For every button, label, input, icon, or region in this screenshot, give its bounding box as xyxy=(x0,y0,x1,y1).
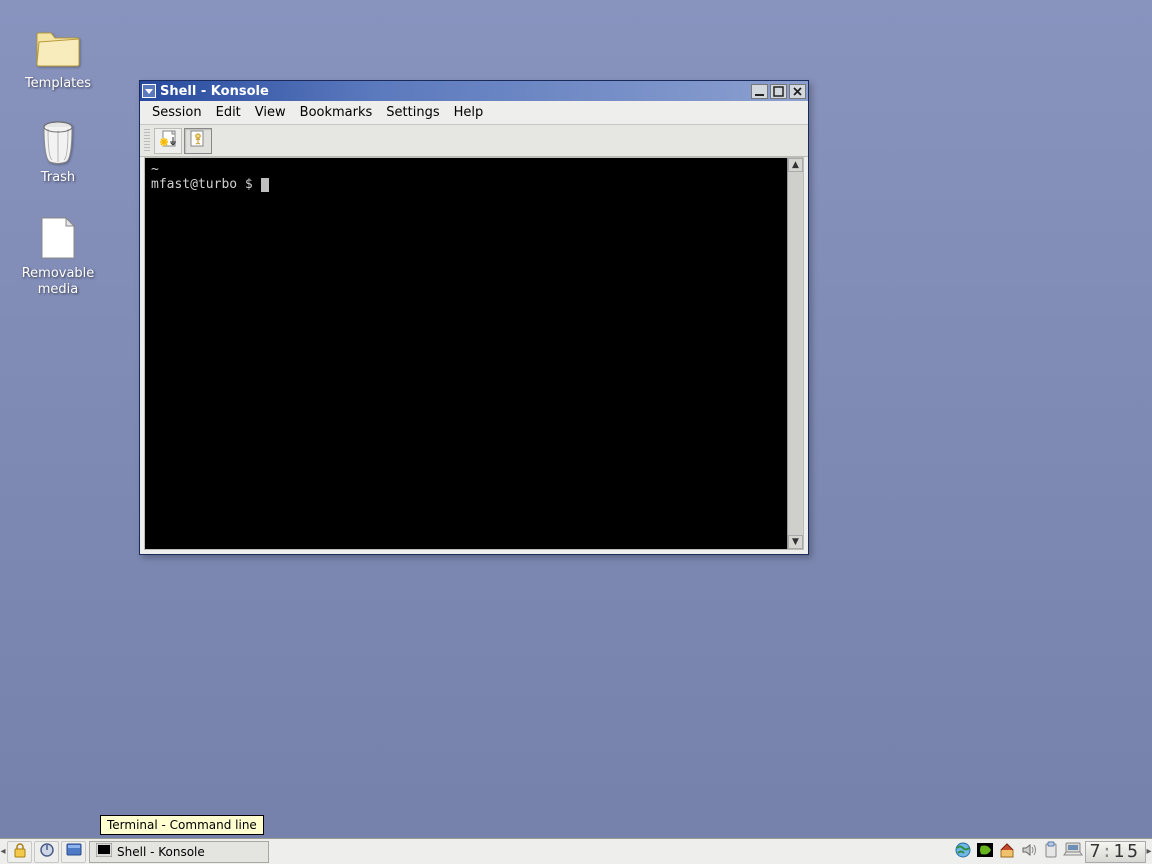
tray-home[interactable] xyxy=(997,841,1018,862)
minimize-button[interactable] xyxy=(751,84,768,99)
desktop-icon xyxy=(65,841,83,862)
desktop-icon-templates[interactable]: Templates xyxy=(8,24,108,92)
launcher-lock-screen[interactable] xyxy=(7,841,32,863)
task-entry-konsole[interactable]: Shell - Konsole xyxy=(89,841,269,863)
tray-klipper[interactable] xyxy=(1041,841,1062,862)
menu-session[interactable]: Session xyxy=(146,103,208,122)
desktop-icon-trash[interactable]: Trash xyxy=(8,118,108,186)
desktop-icon-label: Templates xyxy=(8,76,108,92)
toolbar xyxy=(140,125,808,157)
volume-icon xyxy=(1020,841,1038,862)
tooltip: Terminal - Command line xyxy=(100,815,264,835)
power-icon xyxy=(38,841,56,862)
tray-globe[interactable] xyxy=(953,841,974,862)
home-icon xyxy=(998,841,1016,862)
window-menu-icon[interactable] xyxy=(142,84,156,98)
terminal-cursor xyxy=(261,178,269,192)
system-tray xyxy=(953,841,1085,862)
new-session-button[interactable] xyxy=(154,128,182,154)
nvidia-icon xyxy=(976,841,994,862)
desktop-icon-removable[interactable]: Removable media xyxy=(8,214,108,298)
folder-icon xyxy=(34,24,82,72)
menu-view[interactable]: View xyxy=(249,103,292,122)
tab-session-icon xyxy=(187,128,209,153)
klipper-icon xyxy=(1042,841,1060,862)
tray-laptop[interactable] xyxy=(1063,841,1084,862)
tab-session-button[interactable] xyxy=(184,128,212,154)
terminal-output: ~ mfast@turbo $ xyxy=(145,158,787,549)
panel-hide-right[interactable]: ▸ xyxy=(1146,839,1152,864)
lock-icon xyxy=(11,841,29,862)
globe-icon xyxy=(954,841,972,862)
terminal[interactable]: ~ mfast@turbo $ ▲ ▼ xyxy=(144,157,804,550)
titlebar[interactable]: Shell - Konsole xyxy=(140,81,808,101)
terminal-icon xyxy=(96,843,112,860)
menubar: Session Edit View Bookmarks Settings Hel… xyxy=(140,101,808,125)
tray-volume[interactable] xyxy=(1019,841,1040,862)
scroll-track[interactable] xyxy=(788,172,803,535)
trash-icon xyxy=(34,118,82,166)
menu-bookmarks[interactable]: Bookmarks xyxy=(294,103,379,122)
tray-nvidia[interactable] xyxy=(975,841,996,862)
scroll-down-icon[interactable]: ▼ xyxy=(788,535,803,549)
menu-settings[interactable]: Settings xyxy=(380,103,445,122)
window-title: Shell - Konsole xyxy=(158,84,749,99)
launcher-show-desktop[interactable] xyxy=(61,841,86,863)
desktop-icon-label: Trash xyxy=(8,170,108,186)
clock-minutes: 15 xyxy=(1113,841,1141,862)
konsole-window: Shell - Konsole Session Edit View Bookma… xyxy=(139,80,809,555)
desktop-icon-label: Removable media xyxy=(8,266,108,298)
menu-edit[interactable]: Edit xyxy=(210,103,247,122)
page-icon xyxy=(34,214,82,262)
terminal-scrollbar[interactable]: ▲ ▼ xyxy=(787,158,803,549)
task-entry-label: Shell - Konsole xyxy=(117,845,205,859)
laptop-icon xyxy=(1063,841,1083,862)
close-button[interactable] xyxy=(789,84,806,99)
maximize-button[interactable] xyxy=(770,84,787,99)
launcher-logout[interactable] xyxy=(34,841,59,863)
scroll-up-icon[interactable]: ▲ xyxy=(788,158,803,172)
menu-help[interactable]: Help xyxy=(448,103,490,122)
new-session-icon xyxy=(157,128,179,153)
panel-hide-left[interactable]: ◂ xyxy=(0,839,6,864)
panel-clock[interactable]: 7:15 xyxy=(1085,841,1146,863)
taskbar: ◂ Shell - Konsole 7:15 ▸ xyxy=(0,838,1152,864)
toolbar-handle[interactable] xyxy=(144,129,150,153)
